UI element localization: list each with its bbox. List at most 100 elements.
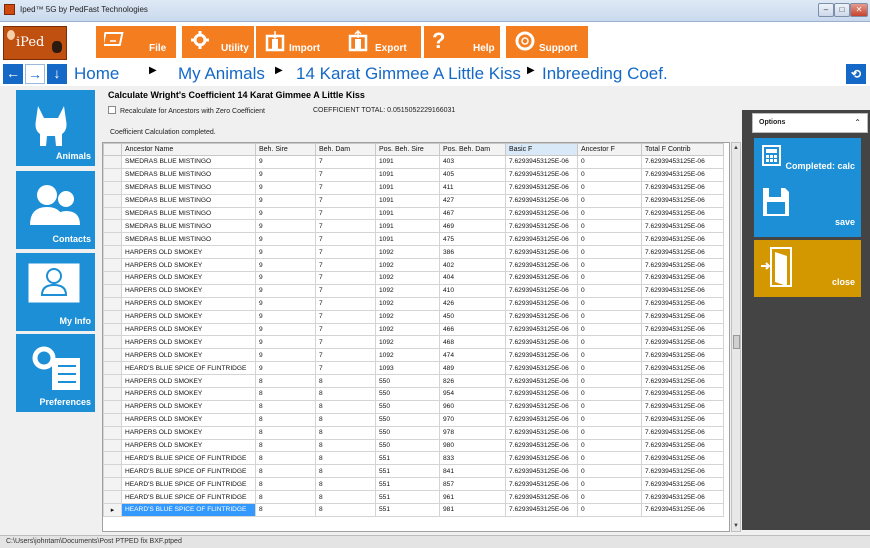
table-cell[interactable]: 0	[577, 412, 642, 427]
table-cell[interactable]: 7.62939453125E-06	[641, 193, 724, 208]
table-cell[interactable]: 1092	[375, 245, 440, 260]
table-cell[interactable]: 0	[577, 451, 642, 466]
maximize-button[interactable]: □	[834, 3, 850, 17]
row-header[interactable]	[103, 155, 122, 169]
table-row[interactable]: HEARD'S BLUE SPICE OF FLINTRIDGE 8 8 551 961…	[103, 490, 724, 505]
scroll-up-icon[interactable]: ▲	[733, 145, 739, 151]
table-row[interactable]: HARPERS OLD SMOKEY 8 8 550 960 7.62939453125E…	[103, 399, 724, 414]
table-cell[interactable]: 9	[255, 335, 316, 350]
breadcrumb-inbreeding-coef[interactable]: Inbreeding Coef.	[542, 64, 668, 84]
table-cell[interactable]: 466	[439, 322, 506, 337]
row-header[interactable]	[103, 425, 122, 440]
row-header[interactable]	[103, 361, 122, 376]
table-cell[interactable]: 0	[577, 245, 642, 260]
row-header[interactable]	[103, 309, 122, 324]
table-cell[interactable]: 0	[577, 296, 642, 311]
table-cell[interactable]: 9	[255, 219, 316, 234]
table-cell[interactable]: 0	[577, 180, 642, 195]
table-cell[interactable]: 0	[577, 219, 642, 234]
options-header[interactable]: Options ⌃	[752, 113, 868, 133]
table-cell[interactable]: 467	[439, 206, 506, 221]
table-cell[interactable]: 7.62939453125E-06	[641, 412, 724, 427]
table-cell[interactable]: 7	[315, 296, 376, 311]
table-cell[interactable]: 7.62939453125E-06	[641, 322, 724, 337]
row-header[interactable]	[103, 322, 122, 337]
table-cell[interactable]: 8	[255, 464, 316, 479]
table-cell[interactable]: 8	[315, 412, 376, 427]
table-cell[interactable]: 7.62939453125E-06	[505, 451, 578, 466]
table-cell[interactable]: 7.62939453125E-06	[641, 503, 724, 517]
table-cell[interactable]: 0	[577, 271, 642, 285]
table-cell[interactable]: 7.62939453125E-06	[641, 258, 724, 273]
table-cell[interactable]: 9	[255, 348, 316, 363]
table-cell[interactable]: 7.62939453125E-06	[641, 425, 724, 440]
table-cell[interactable]: 9	[255, 283, 316, 298]
table-cell[interactable]: 1091	[375, 193, 440, 208]
table-cell[interactable]: 833	[439, 451, 506, 466]
table-cell[interactable]: 7.62939453125E-06	[505, 180, 578, 195]
table-cell[interactable]: 9	[255, 258, 316, 273]
row-header[interactable]: ▸	[103, 503, 122, 517]
sidebar-item-my-info[interactable]: My Info	[16, 253, 95, 331]
table-cell[interactable]: 7.62939453125E-06	[641, 490, 724, 505]
row-header[interactable]	[103, 167, 122, 182]
sidebar-item-contacts[interactable]: Contacts	[16, 171, 95, 249]
table-cell[interactable]: 7.62939453125E-06	[505, 361, 578, 376]
sidebar-item-animals[interactable]: Animals	[16, 90, 95, 166]
row-header[interactable]	[103, 206, 122, 221]
table-cell[interactable]: 8	[255, 490, 316, 505]
table-cell[interactable]: 0	[577, 490, 642, 505]
table-cell[interactable]: 7.62939453125E-06	[641, 296, 724, 311]
table-cell[interactable]: 8	[315, 464, 376, 479]
table-cell[interactable]: 550	[375, 399, 440, 414]
breadcrumb-animal[interactable]: 14 Karat Gimmee A Little Kiss	[296, 64, 521, 84]
table-cell[interactable]: 8	[315, 387, 376, 401]
toolbar-help-button[interactable]: ? Help	[424, 26, 500, 58]
row-header[interactable]	[103, 387, 122, 401]
table-cell[interactable]: HEARD'S BLUE SPICE OF FLINTRIDGE	[121, 477, 256, 492]
table-cell[interactable]: 0	[577, 167, 642, 182]
table-cell[interactable]: 7.62939453125E-06	[641, 387, 724, 401]
table-cell[interactable]: 7.62939453125E-06	[505, 477, 578, 492]
table-cell[interactable]: 961	[439, 490, 506, 505]
row-header[interactable]	[103, 438, 122, 453]
toolbar-import-button[interactable]: Import	[256, 26, 339, 58]
table-cell[interactable]: 7.62939453125E-06	[505, 387, 578, 401]
table-row[interactable]: HARPERS OLD SMOKEY 8 8 550 970 7.62939453125E…	[103, 412, 724, 427]
toolbar-utility-button[interactable]: Utility	[182, 26, 254, 58]
table-cell[interactable]: 8	[255, 387, 316, 401]
table-cell[interactable]: 7	[315, 180, 376, 195]
table-cell[interactable]: 8	[255, 425, 316, 440]
table-cell[interactable]: HEARD'S BLUE SPICE OF FLINTRIDGE	[121, 361, 256, 376]
table-cell[interactable]: 1093	[375, 361, 440, 376]
table-cell[interactable]: 551	[375, 503, 440, 517]
table-cell[interactable]: 7	[315, 258, 376, 273]
table-cell[interactable]: 8	[255, 399, 316, 414]
table-cell[interactable]: 7.62939453125E-06	[505, 296, 578, 311]
row-header[interactable]	[103, 271, 122, 285]
table-cell[interactable]: 8	[255, 503, 316, 517]
table-cell[interactable]: 7.62939453125E-06	[641, 348, 724, 363]
table-row[interactable]: HARPERS OLD SMOKEY 9 7 1092 466 7.62939453125…	[103, 322, 724, 337]
table-cell[interactable]: 475	[439, 232, 506, 247]
table-row[interactable]: HEARD'S BLUE SPICE OF FLINTRIDGE 8 8 551 841…	[103, 464, 724, 479]
table-cell[interactable]: 7.62939453125E-06	[641, 271, 724, 285]
table-cell[interactable]: HARPERS OLD SMOKEY	[121, 438, 256, 453]
table-cell[interactable]: 978	[439, 425, 506, 440]
option-close-button[interactable]: close	[754, 240, 861, 297]
down-arrow-icon[interactable]: ↓	[47, 64, 67, 84]
table-cell[interactable]: HARPERS OLD SMOKEY	[121, 425, 256, 440]
table-cell[interactable]: 7.62939453125E-06	[505, 206, 578, 221]
row-header[interactable]	[103, 399, 122, 414]
table-cell[interactable]: HARPERS OLD SMOKEY	[121, 387, 256, 401]
table-cell[interactable]: 7.62939453125E-06	[505, 464, 578, 479]
table-cell[interactable]: SMEDRAS BLUE MISTINGO	[121, 193, 256, 208]
table-cell[interactable]: 9	[255, 309, 316, 324]
table-cell[interactable]: 403	[439, 155, 506, 169]
column-header[interactable]: Pos. Beh. Sire	[375, 143, 440, 156]
table-cell[interactable]: 7.62939453125E-06	[641, 206, 724, 221]
table-cell[interactable]: 550	[375, 387, 440, 401]
table-cell[interactable]: HARPERS OLD SMOKEY	[121, 271, 256, 285]
row-header[interactable]	[103, 193, 122, 208]
table-cell[interactable]: HARPERS OLD SMOKEY	[121, 258, 256, 273]
